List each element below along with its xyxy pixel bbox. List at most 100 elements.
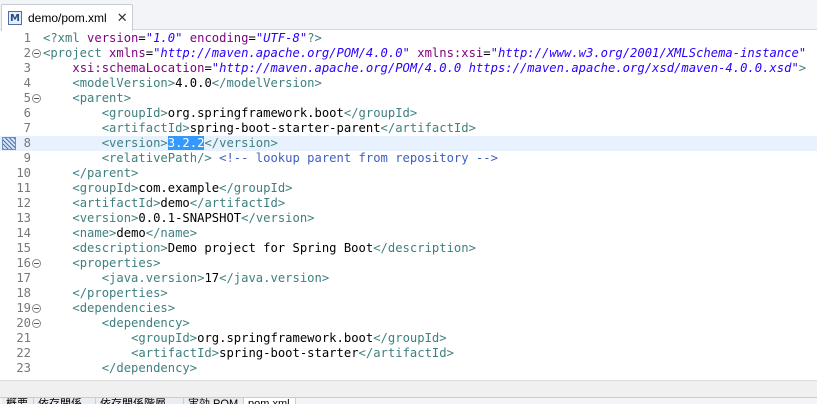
fold-collapse-icon[interactable] <box>32 319 41 328</box>
code-token: <groupId> <box>101 106 168 120</box>
code-line[interactable]: 2 <project xmlns="http://maven.apache.org… <box>0 46 817 61</box>
code-line[interactable]: 8 <version>3.2.2</version> <box>0 136 817 151</box>
line-number: 4 <box>23 76 31 90</box>
bottom-tab[interactable]: 依存関係 <box>34 398 96 404</box>
close-icon[interactable]: ✕ <box>117 11 128 26</box>
code-token: > <box>798 61 807 75</box>
line-number: 10 <box>16 166 31 180</box>
maven-file-icon: M <box>8 11 22 25</box>
bottom-tab[interactable]: 実効 POM <box>184 398 244 404</box>
code-line[interactable]: 11 <groupId>com.example</groupId> <box>0 181 817 196</box>
code-line[interactable]: 21 <groupId>org.springframework.boot</gr… <box>0 331 817 346</box>
code-line[interactable]: 13 <version>0.0.1-SNAPSHOT</version> <box>0 211 817 226</box>
line-number: 7 <box>23 121 31 135</box>
code-token: <groupId> <box>131 331 198 345</box>
line-number: 22 <box>16 346 31 360</box>
horizontal-scrollbar[interactable] <box>0 380 817 397</box>
code-text: <groupId>com.example</groupId> <box>43 181 292 196</box>
line-number: 16 <box>16 256 31 270</box>
line-number: 12 <box>16 196 31 210</box>
code-token: <artifactId> <box>72 196 161 210</box>
code-token: 17 <box>204 271 220 285</box>
code-line[interactable]: 12 <artifactId>demo</artifactId> <box>0 196 817 211</box>
code-line[interactable]: 23 </dependency> <box>0 361 817 376</box>
code-token: <parent> <box>72 91 132 105</box>
code-token: </java.version> <box>219 271 330 285</box>
code-text: <java.version>17</java.version> <box>43 271 329 286</box>
line-number: 2 <box>23 46 31 60</box>
code-line[interactable]: 10 </parent> <box>0 166 817 181</box>
pom-editor-bottom-tabs: 概要 依存関係 依存関係階層 実効 POM pom.xml <box>0 397 817 404</box>
code-line[interactable]: 9 <relativePath/> <!-- lookup parent fro… <box>0 151 817 166</box>
code-line[interactable]: 19 <dependencies> <box>0 301 817 316</box>
fold-collapse-icon[interactable] <box>32 304 41 313</box>
line-number: 14 <box>16 226 31 240</box>
bottom-tab[interactable]: 概要 <box>2 398 34 404</box>
code-line[interactable]: 6 <groupId>org.springframework.boot</gro… <box>0 106 817 121</box>
code-line[interactable]: 5 <parent> <box>0 91 817 106</box>
code-token: = <box>145 46 154 60</box>
line-number: 11 <box>16 181 31 195</box>
bottom-tab[interactable]: 依存関係階層 <box>96 398 184 404</box>
code-line[interactable]: 14 <name>demo</name> <box>0 226 817 241</box>
code-token: <version> <box>72 211 139 225</box>
line-number: 19 <box>16 301 31 315</box>
code-token: </artifactId> <box>380 121 476 135</box>
code-line[interactable]: 3 xsi:schemaLocation="http://maven.apach… <box>0 61 817 76</box>
code-token: <artifactId> <box>131 346 220 360</box>
code-line[interactable]: 4 <modelVersion>4.0.0</modelVersion> <box>0 76 817 91</box>
code-line[interactable]: 16 <properties> <box>0 256 817 271</box>
code-line[interactable]: 20 <dependency> <box>0 316 817 331</box>
code-line[interactable]: 1 <?xml version="1.0" encoding="UTF-8"?> <box>0 31 817 46</box>
change-marker-icon[interactable] <box>2 137 16 150</box>
xml-source-editor[interactable]: 1 <?xml version="1.0" encoding="UTF-8"?> 2… <box>0 31 817 380</box>
code-token: <groupId> <box>72 181 139 195</box>
code-token: <version> <box>101 136 168 150</box>
code-token: <modelVersion> <box>72 76 176 90</box>
code-token: "UTF-8" <box>255 31 308 45</box>
fold-collapse-icon[interactable] <box>32 259 41 268</box>
code-text: <artifactId>spring-boot-starter</artifac… <box>43 346 454 361</box>
code-token: = <box>248 31 256 45</box>
code-text: <description>Demo project for Spring Boo… <box>43 241 476 256</box>
code-token: <description> <box>72 241 168 255</box>
code-text: <modelVersion>4.0.0</modelVersion> <box>43 76 321 91</box>
fold-collapse-icon[interactable] <box>32 94 41 103</box>
code-token: <properties> <box>72 256 161 270</box>
code-token: spring-boot-starter-parent <box>189 121 381 135</box>
code-token: xmlns:xsi <box>417 46 484 60</box>
code-token: "http://maven.apache.org/POM/4.0.0" <box>153 46 410 60</box>
fold-collapse-icon[interactable] <box>32 49 41 58</box>
code-line[interactable]: 15 <description>Demo project for Spring … <box>0 241 817 256</box>
code-token: </parent> <box>72 166 139 180</box>
code-token: <project <box>43 46 110 60</box>
code-line[interactable]: 7 <artifactId>spring-boot-starter-parent… <box>0 121 817 136</box>
code-token: Demo project for Spring Boot <box>167 241 374 255</box>
code-text: xsi:schemaLocation="http://maven.apache.… <box>43 61 806 76</box>
code-text: <version>0.0.1-SNAPSHOT</version> <box>43 211 314 226</box>
bottom-tab[interactable]: pom.xml <box>244 398 296 404</box>
line-number: 20 <box>16 316 31 330</box>
code-token: demo <box>160 196 190 210</box>
code-token: "http://www.w3.org/2001/XMLSchema-instan… <box>490 46 807 60</box>
editor-tab-pom-xml[interactable]: M demo/pom.xml ✕ <box>1 4 133 31</box>
line-number: 3 <box>23 61 31 75</box>
code-text: <parent> <box>43 91 131 106</box>
code-line[interactable]: 18 </properties> <box>0 286 817 301</box>
code-line[interactable]: 22 <artifactId>spring-boot-starter</arti… <box>0 346 817 361</box>
code-line[interactable]: 17 <java.version>17</java.version> <box>0 271 817 286</box>
code-text: <groupId>org.springframework.boot</group… <box>43 106 418 121</box>
code-token: 4.0.0 <box>175 76 212 90</box>
